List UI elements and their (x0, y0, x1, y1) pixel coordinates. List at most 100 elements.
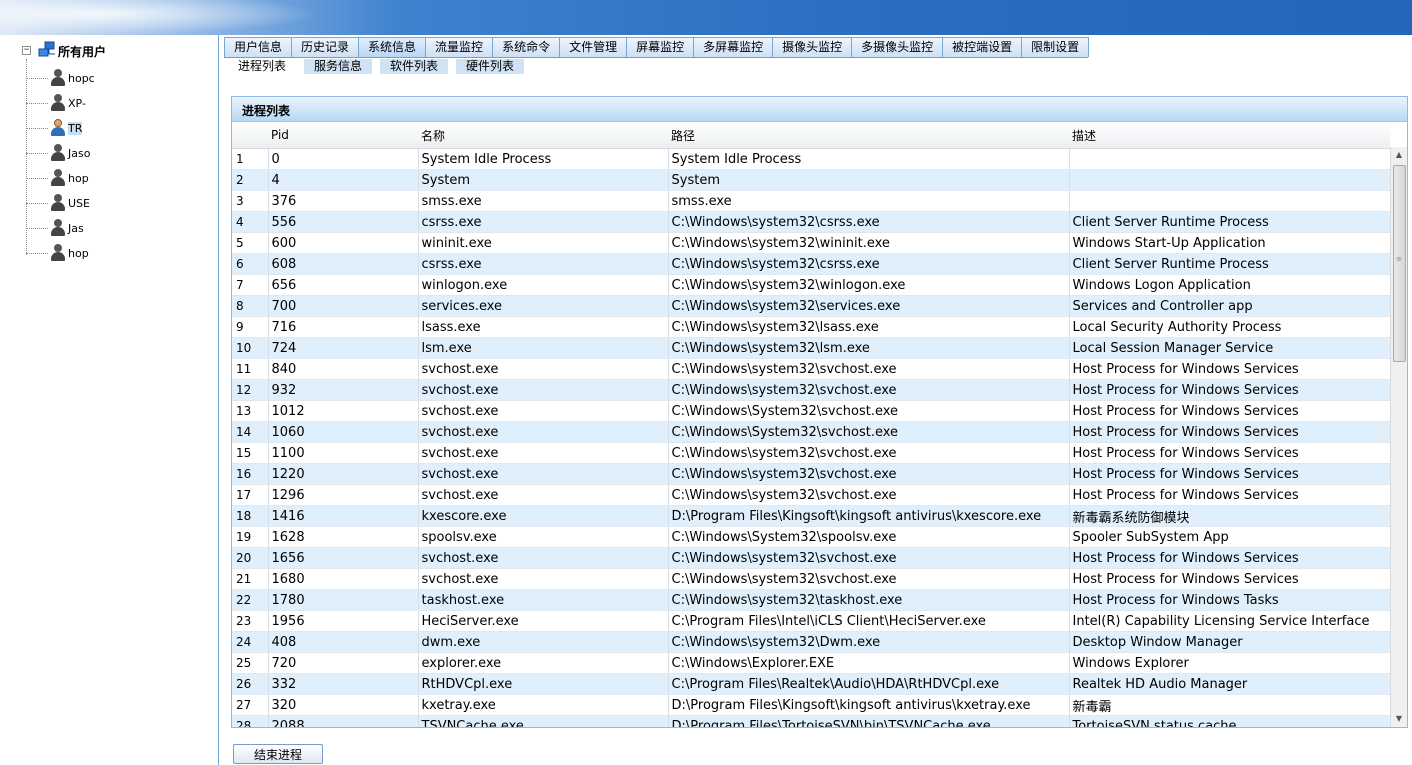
tree-user-item[interactable]: hopc (26, 66, 216, 90)
cell-name: svchost.exe (418, 358, 669, 380)
cell-path: C:\Windows\system32\wininit.exe (668, 232, 1070, 254)
table-row[interactable]: 23 1956 HeciServer.exe C:\Program Files\Int… (232, 610, 1391, 632)
tab-1[interactable]: 历史记录 (291, 37, 360, 57)
table-row[interactable]: 13 1012 svchost.exe C:\Windows\System32\svc… (232, 400, 1391, 422)
tree-user-label: hopc (68, 71, 95, 85)
end-process-button[interactable]: 结束进程 (233, 744, 323, 764)
tab-10[interactable]: 被控端设置 (942, 37, 1023, 57)
cell-desc: TortoiseSVN status cache (1069, 715, 1391, 727)
cell-n: 21 (232, 568, 269, 590)
column-header-pid[interactable]: Pid (268, 122, 418, 149)
column-header-desc[interactable]: 描述 (1069, 122, 1390, 149)
tree-user-item[interactable]: hop (26, 166, 216, 190)
cell-n: 19 (232, 526, 269, 548)
tree-root-all-users[interactable]: − 所有用户 (22, 41, 106, 59)
cell-pid: 1296 (268, 484, 419, 506)
scrollbar-thumb[interactable]: ≡ (1393, 165, 1406, 362)
table-row[interactable]: 3 376 smss.exe smss.exe (232, 190, 1391, 212)
tree-user-label: Jaso (68, 146, 91, 160)
table-row[interactable]: 18 1416 kxescore.exe D:\Program Files\Kings… (232, 505, 1391, 527)
subtab-2[interactable]: 软件列表 (380, 59, 449, 74)
table-row[interactable]: 11 840 svchost.exe C:\Windows\system32\svch… (232, 358, 1391, 380)
cell-desc (1069, 148, 1391, 170)
cell-path: C:\Windows\system32\Dwm.exe (668, 631, 1070, 653)
cell-name: kxescore.exe (418, 505, 669, 527)
table-row[interactable]: 28 2088 TSVNCache.exe D:\Program Files\Tort… (232, 715, 1391, 727)
cell-path: C:\Windows\System32\spoolsv.exe (668, 526, 1070, 548)
tree-user-item[interactable]: USE (26, 191, 216, 215)
tab-8[interactable]: 摄像头监控 (772, 37, 853, 57)
cell-path: D:\Program Files\TortoiseSVN\bin\TSVNCac… (668, 715, 1070, 727)
table-row[interactable]: 14 1060 svchost.exe C:\Windows\System32\svc… (232, 421, 1391, 443)
vertical-scrollbar[interactable]: ▲ ≡ ▼ (1390, 147, 1407, 727)
tree-user-label: hop (68, 246, 89, 260)
table-row[interactable]: 22 1780 taskhost.exe C:\Windows\system32\ta… (232, 589, 1391, 611)
collapse-toggle-icon[interactable]: − (22, 45, 31, 55)
user-icon (50, 244, 66, 262)
cell-name: smss.exe (418, 190, 669, 212)
network-icon (38, 41, 55, 57)
tree-user-item[interactable]: XP- (26, 91, 216, 115)
table-row[interactable]: 15 1100 svchost.exe C:\Windows\system32\svc… (232, 442, 1391, 464)
cell-path: C:\Windows\system32\csrss.exe (668, 211, 1070, 233)
cell-pid: 1680 (268, 568, 419, 590)
tab-4[interactable]: 系统命令 (492, 37, 561, 57)
table-row[interactable]: 7 656 winlogon.exe C:\Windows\system32\winl… (232, 274, 1391, 296)
subtab-0[interactable]: 进程列表 (228, 59, 297, 74)
cell-pid: 408 (268, 631, 419, 653)
tab-6[interactable]: 屏幕监控 (626, 37, 695, 57)
table-row[interactable]: 24 408 dwm.exe C:\Windows\system32\Dwm.exe D… (232, 631, 1391, 653)
table-row[interactable]: 2 4 System System (232, 169, 1391, 191)
table-row[interactable]: 6 608 csrss.exe C:\Windows\system32\csrss.e… (232, 253, 1391, 275)
tab-7[interactable]: 多屏幕监控 (693, 37, 774, 57)
table-row[interactable]: 5 600 wininit.exe C:\Windows\system32\winin… (232, 232, 1391, 254)
table-row[interactable]: 19 1628 spoolsv.exe C:\Windows\System32\spo… (232, 526, 1391, 548)
column-header-path[interactable]: 路径 (668, 122, 1069, 149)
table-row[interactable]: 4 556 csrss.exe C:\Windows\system32\csrss.e… (232, 211, 1391, 233)
cell-desc: Host Process for Windows Services (1069, 400, 1391, 422)
tab-3[interactable]: 流量监控 (425, 37, 494, 57)
cell-desc: Local Security Authority Process (1069, 316, 1391, 338)
subtab-1[interactable]: 服务信息 (304, 59, 373, 74)
cell-n: 9 (232, 316, 269, 338)
table-row[interactable]: 10 724 lsm.exe C:\Windows\system32\lsm.exe L… (232, 337, 1391, 359)
table-row[interactable]: 16 1220 svchost.exe C:\Windows\system32\svc… (232, 463, 1391, 485)
table-row[interactable]: 26 332 RtHDVCpl.exe C:\Program Files\Realte… (232, 673, 1391, 695)
scroll-down-icon[interactable]: ▼ (1391, 711, 1407, 727)
tree-user-item[interactable]: hop (26, 241, 216, 265)
tab-9[interactable]: 多摄像头监控 (851, 37, 944, 57)
table-row[interactable]: 27 320 kxetray.exe D:\Program Files\Kingsof… (232, 694, 1391, 716)
tab-2[interactable]: 系统信息 (358, 37, 427, 57)
tab-0[interactable]: 用户信息 (224, 37, 293, 57)
table-row[interactable]: 25 720 explorer.exe C:\Windows\Explorer.EXE… (232, 652, 1391, 674)
cell-n: 7 (232, 274, 269, 296)
cell-path: C:\Program Files\Intel\iCLS Client\HeciS… (668, 610, 1070, 632)
cell-desc: Host Process for Windows Services (1069, 421, 1391, 443)
table-row[interactable]: 8 700 services.exe C:\Windows\system32\serv… (232, 295, 1391, 317)
cell-path: C:\Windows\System32\svchost.exe (668, 400, 1070, 422)
scroll-up-icon[interactable]: ▲ (1391, 147, 1407, 163)
cell-desc: Host Process for Windows Services (1069, 379, 1391, 401)
table-row[interactable]: 12 932 svchost.exe C:\Windows\system32\svch… (232, 379, 1391, 401)
cell-n: 4 (232, 211, 269, 233)
tree-user-item[interactable]: Jas (26, 216, 216, 240)
process-table: Pid 名称 路径 描述 1 0 System Idle Process System… (232, 122, 1391, 727)
cell-pid: 600 (268, 232, 419, 254)
cell-desc: Windows Explorer (1069, 652, 1391, 674)
subtab-3[interactable]: 硬件列表 (456, 59, 525, 74)
table-row[interactable]: 17 1296 svchost.exe C:\Windows\system32\svc… (232, 484, 1391, 506)
tab-5[interactable]: 文件管理 (559, 37, 628, 57)
cell-name: System Idle Process (418, 148, 669, 170)
column-header-name[interactable]: 名称 (418, 122, 668, 149)
cell-n: 20 (232, 547, 269, 569)
tab-11[interactable]: 限制设置 (1021, 37, 1090, 57)
table-row[interactable]: 20 1656 svchost.exe C:\Windows\system32\svc… (232, 547, 1391, 569)
cell-name: svchost.exe (418, 442, 669, 464)
cell-pid: 1220 (268, 463, 419, 485)
cell-name: svchost.exe (418, 484, 669, 506)
table-row[interactable]: 1 0 System Idle Process System Idle Process (232, 148, 1391, 170)
table-row[interactable]: 21 1680 svchost.exe C:\Windows\system32\svc… (232, 568, 1391, 590)
table-row[interactable]: 9 716 lsass.exe C:\Windows\system32\lsass.e… (232, 316, 1391, 338)
tree-user-item-selected[interactable]: TR (26, 116, 216, 140)
tree-user-item[interactable]: Jaso (26, 141, 216, 165)
